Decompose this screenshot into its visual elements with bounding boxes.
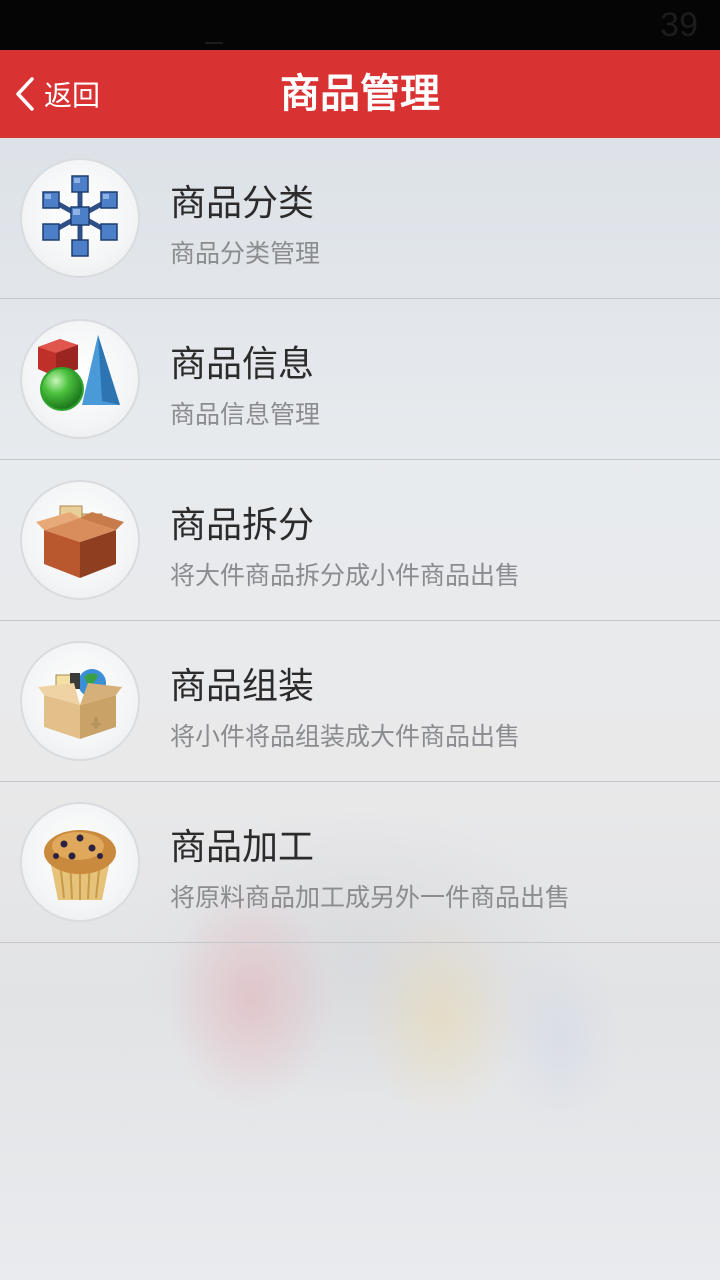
status-clock: 39 — [660, 6, 698, 44]
menu-item-title: 商品分类 — [170, 183, 315, 224]
packed-box-icon — [34, 653, 126, 749]
status-bar: 39 — [0, 0, 720, 50]
menu-item-subtitle: 将小件将品组装成大件商品出售 — [170, 722, 521, 751]
open-box-icon — [34, 492, 126, 588]
menu-item-subtitle: 商品分类管理 — [170, 239, 321, 268]
header-bar: 返回 商品管理 — [0, 50, 720, 138]
shapes-icon — [32, 329, 128, 429]
menu-item-category[interactable]: 商品分类 商品分类管理 — [0, 138, 720, 299]
menu-item-title: 商品加工 — [170, 827, 315, 868]
status-indicator — [205, 42, 223, 44]
menu-item-subtitle: 商品信息管理 — [170, 400, 321, 429]
menu-item-assemble[interactable]: 商品组装 将小件将品组装成大件商品出售 — [0, 621, 720, 782]
icon-frame — [20, 802, 140, 922]
menu-item-split[interactable]: 商品拆分 将大件商品拆分成小件商品出售 — [0, 460, 720, 621]
menu-item-title: 商品组装 — [170, 666, 315, 707]
menu-item-subtitle: 将原料商品加工成另外一件商品出售 — [170, 883, 571, 912]
icon-frame — [20, 158, 140, 278]
menu-item-title: 商品拆分 — [170, 505, 315, 546]
menu-item-process[interactable]: 商品加工 将原料商品加工成另外一件商品出售 — [0, 782, 720, 943]
back-button[interactable]: 返回 — [14, 50, 124, 138]
chevron-left-icon — [14, 77, 36, 111]
menu-item-subtitle: 将大件商品拆分成小件商品出售 — [170, 561, 521, 590]
icon-frame — [20, 480, 140, 600]
icon-frame — [20, 319, 140, 439]
icon-frame — [20, 641, 140, 761]
menu-item-title: 商品信息 — [170, 344, 315, 385]
page-title: 商品管理 — [280, 71, 440, 117]
back-label: 返回 — [44, 79, 101, 112]
menu-list: 商品分类 商品分类管理 商品信息 商品信息管理 商品拆分 将大件商品拆分成小件商… — [0, 138, 720, 1280]
network-cubes-icon — [35, 171, 125, 265]
menu-item-info[interactable]: 商品信息 商品信息管理 — [0, 299, 720, 460]
muffin-icon — [34, 814, 126, 910]
